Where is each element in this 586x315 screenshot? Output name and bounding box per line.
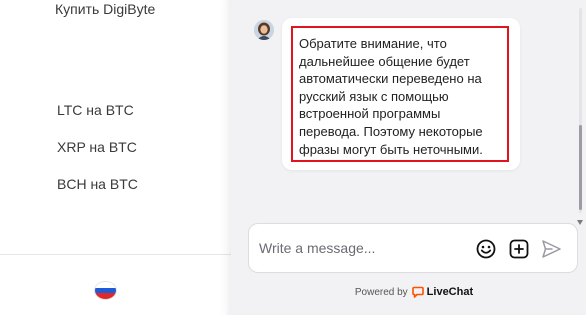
nav-link-buy-digibyte[interactable]: Купить DigiByte: [55, 1, 155, 17]
nav-link-xrp-btc[interactable]: XRP на BTC: [57, 139, 137, 155]
add-attachment-icon[interactable]: [508, 238, 530, 260]
agent-avatar: [254, 20, 274, 40]
message-composer: [248, 223, 578, 273]
powered-by-footer: Powered by LiveChat: [231, 284, 586, 300]
scroll-down-arrow-icon[interactable]: [577, 220, 583, 225]
nav-link-bch-btc[interactable]: BCH на BTC: [57, 176, 138, 192]
livechat-logo-icon: [411, 286, 424, 298]
agent-message-bubble: Обратите внимание, что дальнейшее общени…: [282, 18, 520, 170]
livechat-widget: Обратите внимание, что дальнейшее общени…: [231, 0, 586, 315]
livechat-brand-link[interactable]: LiveChat: [411, 286, 474, 298]
scrollbar-thumb[interactable]: [579, 125, 582, 210]
footer-divider: [0, 254, 240, 255]
powered-by-text: Powered by: [354, 286, 408, 298]
nav-link-ltc-btc[interactable]: LTC на BTC: [57, 102, 134, 118]
russian-flag-icon[interactable]: [95, 282, 116, 299]
page-left-nav: Купить DigiByte LTC на BTC XRP на BTC BC…: [0, 0, 240, 315]
message-input[interactable]: [259, 238, 459, 258]
chat-scrollbar[interactable]: [577, 0, 585, 225]
emoji-icon[interactable]: [475, 238, 497, 260]
agent-message-text: Обратите внимание, что дальнейшее общени…: [291, 26, 509, 162]
livechat-brand-text: LiveChat: [426, 286, 474, 298]
send-icon[interactable]: [540, 238, 562, 260]
